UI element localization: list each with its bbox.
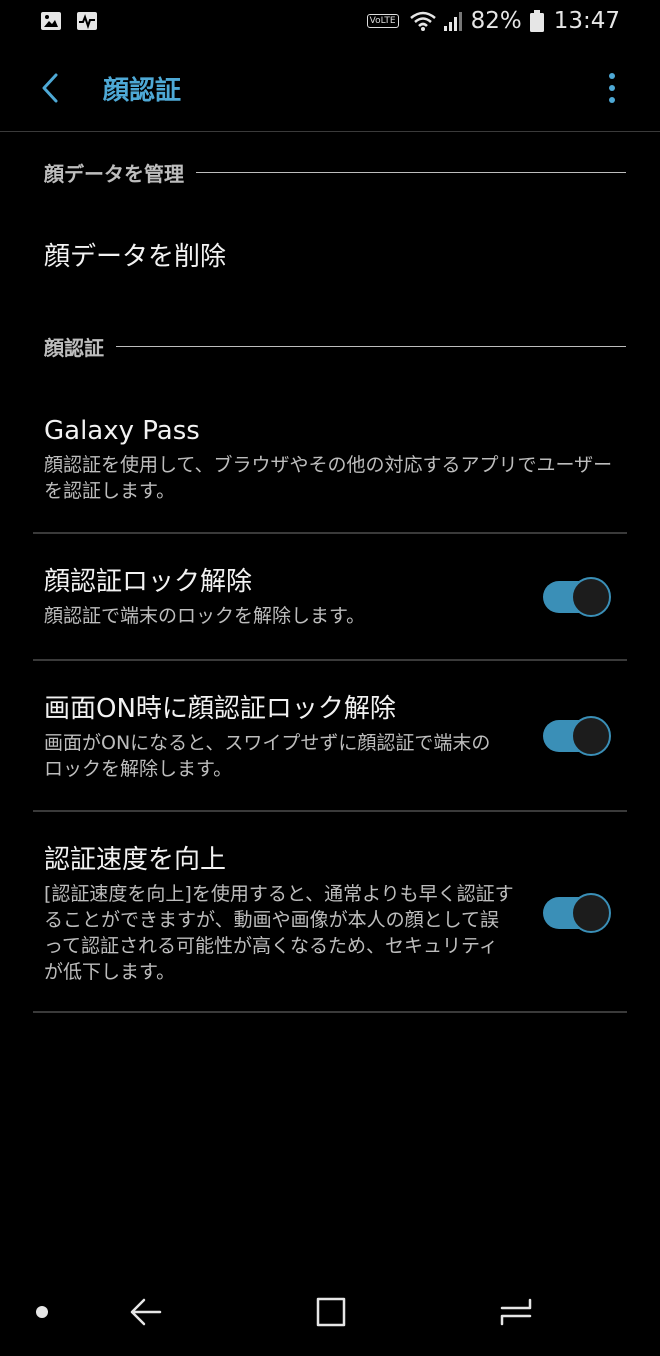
galaxy-pass-item[interactable]: Galaxy Pass 顔認証を使用して、ブラウザやその他の対応するアプリでユー…: [33, 414, 623, 504]
item-title: 顔認証ロック解除: [44, 567, 253, 597]
item-title: 認証速度を向上: [44, 845, 227, 875]
wifi-icon: [409, 11, 436, 31]
chevron-left-icon: [42, 73, 58, 103]
item-title: 画面ON時に顔認証ロック解除: [44, 694, 396, 724]
divider: [33, 659, 627, 661]
face-unlock-toggle[interactable]: [543, 577, 611, 617]
divider: [33, 810, 627, 812]
toggle-thumb: [571, 716, 611, 756]
back-arrow-icon[interactable]: [128, 1294, 164, 1330]
more-options-icon: [609, 73, 615, 79]
image-icon: [41, 12, 61, 30]
delete-face-data-item[interactable]: 顔データを削除: [33, 240, 627, 274]
section-header-label: 顔認証: [44, 336, 104, 360]
volte-badge: VoLTE: [366, 14, 399, 28]
section-header-manage: 顔データを管理: [44, 158, 626, 187]
app-bar: 顔認証: [0, 44, 660, 132]
recents-icon[interactable]: [313, 1294, 349, 1330]
more-options-button[interactable]: [600, 70, 624, 106]
navigation-bar: [0, 1268, 660, 1356]
screen-on-face-unlock-item[interactable]: 画面ON時に顔認証ロック解除 画面がONになると、スワイプせずに顔認証で端末のロ…: [33, 692, 627, 786]
screen-on-face-unlock-toggle[interactable]: [543, 716, 611, 756]
face-unlock-item[interactable]: 顔認証ロック解除 顔認証で端末のロックを解除します。: [33, 565, 627, 629]
item-title: 顔データを削除: [44, 242, 227, 272]
clock: 13:47: [553, 8, 620, 34]
section-header-face-recognition: 顔認証: [44, 332, 626, 361]
section-divider: [196, 171, 626, 174]
item-description: 顔認証を使用して、ブラウザやその他の対応するアプリでユーザーを認証します。: [44, 454, 613, 502]
item-description: [認証速度を向上]を使用すると、通常よりも早く認証することができますが、動画や画…: [44, 883, 514, 983]
faster-recognition-toggle[interactable]: [543, 893, 611, 933]
faster-recognition-item[interactable]: 認証速度を向上 [認証速度を向上]を使用すると、通常よりも早く認証することができ…: [33, 843, 627, 989]
battery-icon: [529, 10, 544, 32]
dot-icon: [36, 1306, 48, 1318]
item-description: 顔認証で端末のロックを解除します。: [44, 605, 366, 627]
signal-icon: [443, 12, 462, 31]
item-description: 画面がONになると、スワイプせずに顔認証で端末のロックを解除します。: [44, 732, 491, 780]
status-bar: VoLTE 82% 13:47: [0, 0, 660, 44]
divider: [33, 1011, 627, 1013]
section-divider: [116, 345, 626, 348]
toggle-thumb: [571, 893, 611, 933]
page-title: 顔認証: [103, 76, 182, 106]
item-title: Galaxy Pass: [44, 416, 200, 446]
home-icon[interactable]: [498, 1294, 534, 1330]
battery-percent: 82%: [470, 8, 522, 34]
back-button[interactable]: [30, 66, 70, 110]
section-header-label: 顔データを管理: [44, 162, 184, 186]
divider: [33, 532, 627, 534]
toggle-thumb: [571, 577, 611, 617]
activity-icon: [77, 12, 97, 30]
